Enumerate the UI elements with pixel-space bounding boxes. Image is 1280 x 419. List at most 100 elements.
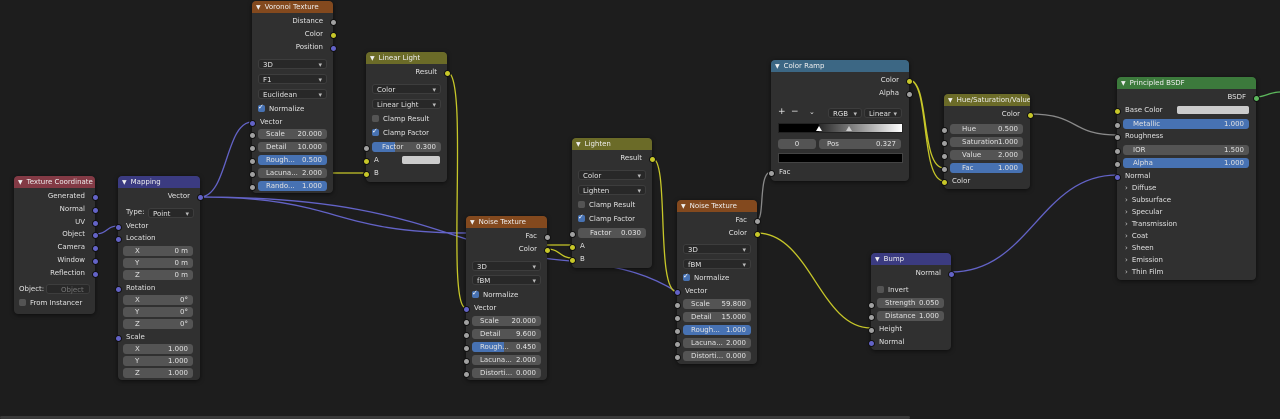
data-type-dropdown[interactable]: Color — [372, 84, 441, 95]
randomness-field[interactable]: Rando... 1.000 — [258, 181, 327, 191]
saturation-field[interactable]: Saturation 1.000 — [950, 137, 1023, 147]
panel-transmission[interactable]: › Transmission — [1125, 219, 1177, 230]
collapse-chevron-icon[interactable]: ▼ — [576, 139, 581, 150]
detail-field[interactable]: Detail 10.000 — [258, 142, 327, 152]
socket-normal[interactable] — [92, 207, 99, 214]
socket-alpha[interactable] — [1114, 161, 1121, 168]
panel-diffuse[interactable]: › Diffuse — [1125, 183, 1156, 194]
node-linear-light[interactable]: ▼Linear Light Result Color Linear Light … — [363, 52, 451, 182]
socket-detail[interactable] — [463, 332, 470, 339]
socket-saturation[interactable] — [941, 140, 948, 147]
socket-hue[interactable] — [941, 127, 948, 134]
socket-b[interactable] — [569, 257, 576, 264]
collapse-chevron-icon[interactable]: ▼ — [256, 2, 261, 13]
dimensions-dropdown[interactable]: 3D — [683, 244, 751, 255]
socket-color[interactable] — [330, 32, 337, 39]
panel-emission[interactable]: › Emission — [1125, 255, 1163, 266]
normalize-checkbox[interactable]: Normalize — [472, 288, 518, 300]
metric-dropdown[interactable]: Euclidean — [258, 89, 327, 100]
rotation-x[interactable]: X 0° — [123, 295, 193, 305]
socket-roughness[interactable] — [249, 158, 256, 165]
socket-normal-out[interactable] — [948, 271, 955, 278]
stop-index-field[interactable]: 0 — [778, 139, 816, 149]
socket-color[interactable] — [906, 78, 913, 85]
collapse-chevron-icon[interactable]: ▼ — [18, 177, 23, 188]
roughness-field[interactable]: Rough... 1.000 — [683, 325, 751, 335]
node-voronoi-texture[interactable]: ▼ Voronoi Texture Distance Color Position… — [249, 1, 337, 193]
interpolation-dropdown[interactable]: Linear — [864, 108, 902, 119]
socket-scale[interactable] — [463, 319, 470, 326]
socket-color[interactable] — [544, 247, 551, 254]
node-header[interactable]: ▼ Mapping — [118, 176, 200, 188]
distortion-field[interactable]: Distorti... 0.000 — [472, 368, 541, 378]
node-texture-coordinate[interactable]: ▼ Texture Coordinate Generated Normal UV … — [14, 176, 99, 314]
location-x[interactable]: X0 m — [123, 246, 193, 256]
strength-field[interactable]: Strength 0.050 — [877, 298, 944, 308]
detail-field[interactable]: Detail 15.000 — [683, 312, 751, 322]
ramp-menu-chevron-icon[interactable]: ⌄ — [809, 107, 815, 118]
rotation-y[interactable]: Y 0° — [123, 307, 193, 317]
noise-type-dropdown[interactable]: fBM — [472, 275, 541, 286]
object-picker[interactable]: Object — [46, 284, 90, 294]
clamp-result-checkbox[interactable]: Clamp Result — [372, 114, 429, 124]
fac-field[interactable]: Fac 1.000 — [950, 163, 1023, 173]
clamp-result-checkbox[interactable]: Clamp Result — [578, 200, 635, 210]
lacunarity-field[interactable]: Lacuna... 2.000 — [683, 338, 751, 348]
node-header[interactable]: ▼ Noise Texture — [466, 216, 547, 228]
node-header[interactable]: ▼ Noise Texture — [677, 200, 757, 212]
scale-field[interactable]: Scale 20.000 — [258, 129, 327, 139]
socket-fac[interactable] — [544, 234, 551, 241]
socket-fac-in[interactable] — [768, 170, 775, 177]
dimensions-dropdown[interactable]: 3D — [258, 59, 327, 70]
node-header[interactable]: ▼ Hue/Saturation/Value — [944, 94, 1030, 106]
socket-lacunarity[interactable] — [674, 341, 681, 348]
stop-position-field[interactable]: Pos 0.327 — [819, 139, 901, 149]
socket-result[interactable] — [444, 70, 451, 77]
node-header[interactable]: ▼ Lighten — [572, 138, 652, 150]
socket-fac[interactable] — [941, 166, 948, 173]
ramp-stop-handle-icon[interactable] — [816, 126, 822, 131]
node-noise-texture-2[interactable]: ▼Noise Texture Fac Color 3D fBM Normaliz… — [674, 200, 761, 364]
input-a-color-swatch[interactable] — [402, 156, 440, 164]
base-color-swatch[interactable] — [1177, 106, 1249, 114]
socket-vector-in[interactable] — [115, 224, 122, 231]
roughness-field[interactable]: Rough... 0.450 — [472, 342, 541, 352]
socket-detail[interactable] — [249, 145, 256, 152]
node-header[interactable]: ▼ Voronoi Texture — [252, 1, 333, 13]
ramp-stop-handle-icon[interactable] — [846, 126, 852, 131]
socket-normal-in[interactable] — [868, 340, 875, 347]
socket-distance[interactable] — [868, 314, 875, 321]
color-mode-dropdown[interactable]: RGB — [828, 108, 862, 119]
node-mapping[interactable]: ▼Mapping Vector Type: Point Vector Locat… — [115, 176, 204, 380]
socket-distortion[interactable] — [674, 354, 681, 361]
socket-window[interactable] — [92, 258, 99, 265]
socket-vector-in[interactable] — [674, 289, 681, 296]
collapse-chevron-icon[interactable]: ▼ — [681, 201, 686, 212]
distance-field[interactable]: Distance 1.000 — [877, 311, 944, 321]
node-lighten[interactable]: ▼Lighten Result Color Lighten Clamp Resu… — [569, 138, 656, 268]
lacunarity-field[interactable]: Lacuna... 2.000 — [472, 355, 541, 365]
factor-field[interactable]: Factor 0.300 — [372, 142, 441, 152]
socket-position[interactable] — [330, 45, 337, 52]
add-stop-button[interactable]: + — [778, 107, 786, 118]
collapse-chevron-icon[interactable]: ▼ — [948, 95, 953, 106]
lacunarity-field[interactable]: Lacuna... 2.000 — [258, 168, 327, 178]
node-header[interactable]: ▼ Bump — [871, 253, 951, 265]
socket-factor[interactable] — [363, 145, 370, 152]
socket-a[interactable] — [569, 244, 576, 251]
socket-height[interactable] — [868, 327, 875, 334]
scale-field[interactable]: Scale 59.800 — [683, 299, 751, 309]
socket-lacunarity[interactable] — [249, 171, 256, 178]
panel-thin-film[interactable]: › Thin Film — [1125, 267, 1163, 278]
dimensions-dropdown[interactable]: 3D — [472, 261, 541, 272]
normalize-checkbox[interactable]: Normalize — [683, 271, 729, 283]
socket-normal[interactable] — [1114, 174, 1121, 181]
data-type-dropdown[interactable]: Color — [578, 170, 646, 181]
distortion-field[interactable]: Distorti... 0.000 — [683, 351, 751, 361]
socket-scale[interactable] — [674, 302, 681, 309]
from-instancer-checkbox[interactable]: From Instancer — [19, 298, 82, 308]
socket-reflection[interactable] — [92, 271, 99, 278]
collapse-chevron-icon[interactable]: ▼ — [1121, 78, 1126, 89]
socket-randomness[interactable] — [249, 184, 256, 191]
node-header[interactable]: ▼ Color Ramp — [771, 60, 909, 72]
